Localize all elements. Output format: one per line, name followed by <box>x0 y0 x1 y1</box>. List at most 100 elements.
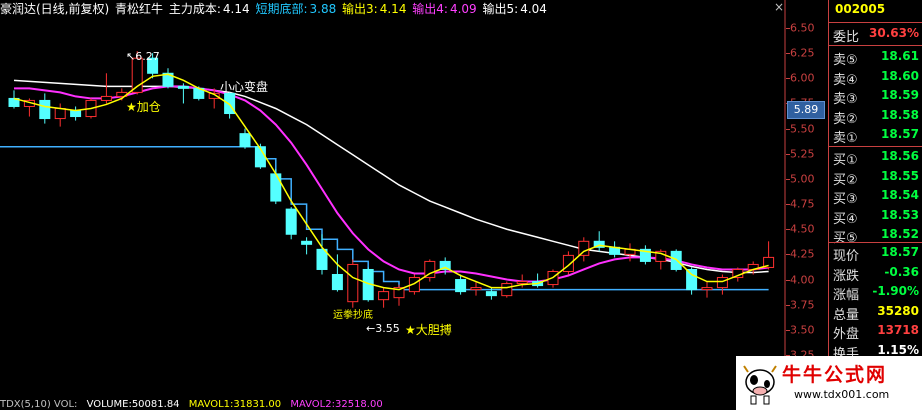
candle-body <box>347 263 359 303</box>
bids-label: 买① <box>833 153 858 168</box>
stats-row: 涨跌 -0.36 <box>829 263 922 284</box>
low-marker-label: ←3.55 <box>366 322 400 335</box>
candle-body <box>516 281 528 285</box>
price-tick-mark <box>786 279 790 281</box>
price-axis: 6.506.256.005.755.505.255.004.754.504.25… <box>786 0 828 410</box>
price-tick-label: 6.25 <box>790 46 815 60</box>
stats-value: -1.90% <box>872 284 919 298</box>
high-marker-label: ↖6.27 <box>126 50 160 63</box>
asks-label: 卖② <box>833 111 858 127</box>
price-tick-mark <box>786 28 790 29</box>
stats-row: 总量 35280 <box>829 302 922 323</box>
bids-label: 买② <box>833 172 858 188</box>
price-tick-mark <box>786 178 790 180</box>
watermark-url: www.tdx001.com <box>794 388 890 401</box>
asks-label: 卖⑤ <box>833 53 858 68</box>
output5-value: 4.04 <box>520 2 547 16</box>
price-tick-label: 5.25 <box>790 147 815 161</box>
price-tick-label: 4.00 <box>790 273 815 287</box>
candle-body <box>270 173 282 202</box>
short-bottom-value: 3.88 <box>309 2 337 16</box>
short-bottom-label: 短期底部: <box>255 2 308 16</box>
price-tick-label: 3.50 <box>790 323 815 337</box>
stats-row: 涨幅 -1.90% <box>829 282 922 303</box>
watermark: 牛牛公式网 www.tdx001.com <box>736 356 922 410</box>
bottom-tag-label: 运拳抄底 <box>333 310 373 321</box>
stock-code[interactable]: 002005 <box>835 2 885 16</box>
price-tick-mark <box>786 204 790 206</box>
candle-body <box>100 95 112 101</box>
candle-body <box>455 279 467 293</box>
asks-label: 卖① <box>833 131 858 146</box>
mavol2-value: MAVOL2:32518.00 <box>290 400 383 410</box>
stats-row: 外盘 13718 <box>829 321 922 342</box>
asks-value: 18.57 <box>881 127 919 141</box>
candle-body <box>701 287 713 291</box>
candle-body <box>331 274 343 291</box>
committee-ratio-label: 委比 <box>833 30 860 45</box>
bids-row: 买① 18.56 <box>829 147 922 168</box>
stats-label: 涨跌 <box>833 268 860 284</box>
candle-body <box>378 291 390 301</box>
caution-label: 小心变盘 <box>220 80 269 94</box>
cow-logo-icon <box>743 365 777 405</box>
output4-label: 输出4: <box>412 2 448 16</box>
stats-row: 现价 18.57 <box>829 243 922 264</box>
candle-body <box>239 133 251 148</box>
close-icon[interactable]: × <box>772 0 786 14</box>
kline-chart[interactable] <box>0 0 786 400</box>
bids-value: 18.53 <box>881 207 919 222</box>
bids-row: 买② 18.55 <box>829 167 922 188</box>
stats-label: 现价 <box>833 249 860 264</box>
price-tick-label: 6.00 <box>790 71 815 85</box>
candle-body <box>177 85 189 89</box>
price-tick-label: 4.75 <box>790 197 815 211</box>
divider <box>829 22 922 23</box>
asks-row: 卖② 18.58 <box>829 106 922 127</box>
price-tick-mark <box>786 304 790 306</box>
asks-value: 18.61 <box>881 49 919 63</box>
price-tick-mark <box>786 254 790 256</box>
candle-body <box>316 248 328 270</box>
candle-body <box>716 277 728 289</box>
output3-value: 4.14 <box>379 2 407 16</box>
quote-panel: 002005 委比 30.63% 卖⑤ 18.61 卖④ 18.60 卖③ 18.59 卖②… <box>828 0 922 410</box>
main-cost-label: 主力成本: <box>168 2 221 16</box>
bids-value: 18.56 <box>881 149 919 163</box>
stats-value: 1.15% <box>877 342 919 357</box>
committee-ratio-value: 30.63% <box>869 26 919 40</box>
stats-value: 13718 <box>877 323 919 337</box>
price-tick-mark <box>786 128 790 130</box>
candle-body <box>285 208 297 235</box>
stats-value: 35280 <box>877 303 919 318</box>
asks-value: 18.59 <box>881 88 919 102</box>
asks-label: 卖③ <box>833 92 858 107</box>
stock-title[interactable]: 豪润达(日线,前复权) <box>0 2 109 16</box>
asks-value: 18.58 <box>881 107 919 122</box>
price-tick-label: 5.00 <box>790 172 815 186</box>
output3-label: 输出3: <box>342 2 378 16</box>
volume-indicator-bar: TDX(5,10) VOL: VOLUME:50081.84 MAVOL1:31… <box>0 400 736 410</box>
candle-body <box>686 268 698 291</box>
output4-value: 4.09 <box>449 2 477 16</box>
bids-row: 买③ 18.54 <box>829 186 922 207</box>
indicator-name[interactable]: 青松红牛 <box>115 2 163 16</box>
stats-value: -0.36 <box>884 264 919 279</box>
bids-value: 18.54 <box>881 188 919 202</box>
stats-value: 18.57 <box>881 245 919 259</box>
bids-row: 买④ 18.53 <box>829 206 922 227</box>
bids-value: 18.55 <box>881 168 919 183</box>
mavol1-value: MAVOL1:31831.00 <box>188 400 282 410</box>
cyan-step-line <box>0 145 769 291</box>
arrow-icon: ← <box>366 322 376 335</box>
price-tick-label: 6.50 <box>790 21 815 35</box>
asks-row: 卖③ 18.59 <box>829 86 922 107</box>
committee-ratio-row: 委比 30.63% <box>829 24 922 45</box>
stats-label: 总量 <box>833 307 860 323</box>
price-tick-label: 4.25 <box>790 247 815 261</box>
bold-buy-label: ★大胆搏 <box>405 323 452 337</box>
candle-body <box>470 287 482 291</box>
price-tick-mark <box>786 329 790 331</box>
vol-indicator-name[interactable]: TDX(5,10) VOL: <box>0 400 77 410</box>
candle-body <box>578 240 590 256</box>
